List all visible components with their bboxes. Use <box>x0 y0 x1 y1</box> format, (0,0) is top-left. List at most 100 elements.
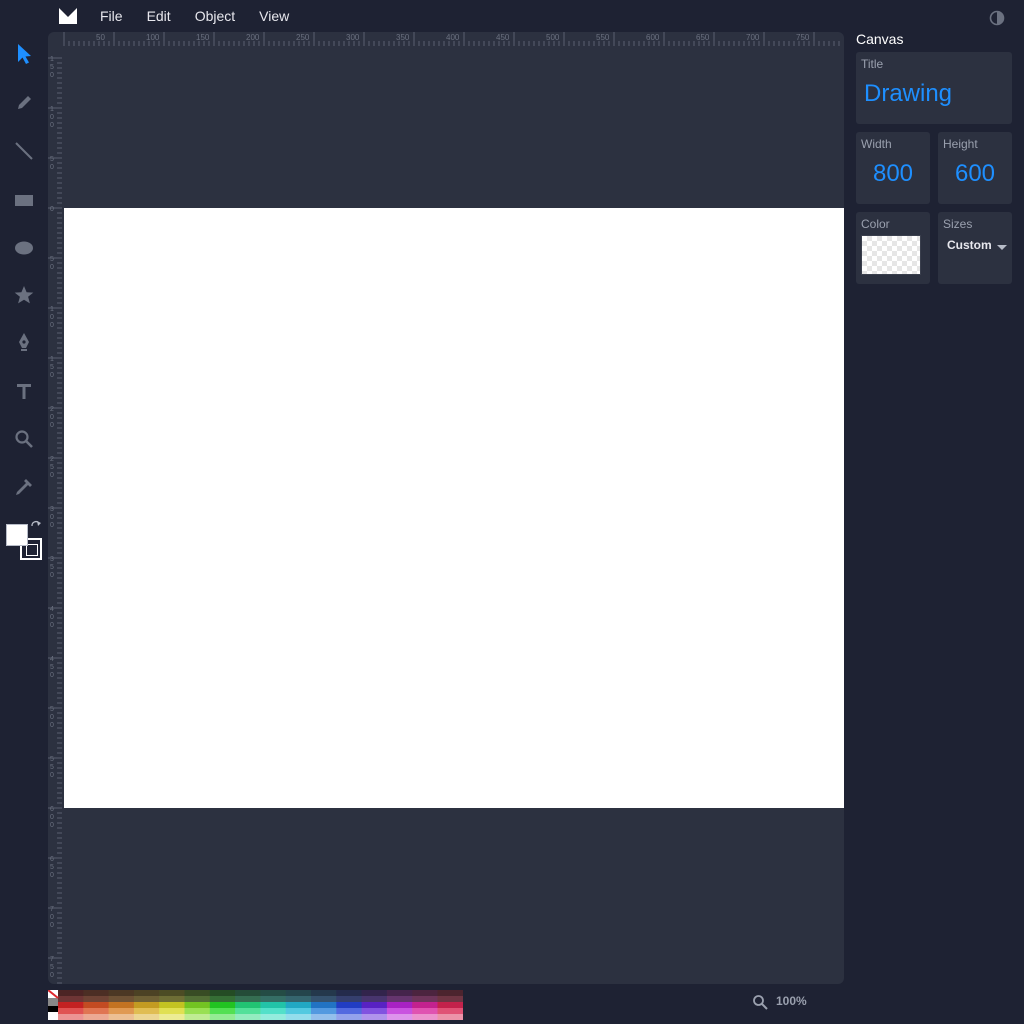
palette-swatch <box>209 990 236 996</box>
palette-swatch <box>48 998 58 1006</box>
title-field[interactable]: Drawing <box>864 80 952 108</box>
width-field[interactable]: 800 <box>856 160 930 188</box>
palette-swatch <box>311 1002 337 1008</box>
palette-swatch <box>437 996 463 1002</box>
palette-swatch <box>361 1008 388 1014</box>
ruler-label: 750 <box>50 956 54 979</box>
palette-swatch <box>159 1014 185 1020</box>
text-icon <box>17 384 31 399</box>
palette-swatch <box>437 1014 463 1020</box>
ruler-label: 50 <box>50 156 54 171</box>
palette-swatch <box>386 1008 413 1014</box>
menu-view[interactable]: View <box>259 8 289 24</box>
palette-swatch <box>412 1014 438 1020</box>
ruler-label: 200 <box>246 33 260 42</box>
color-label: Color <box>861 217 890 231</box>
ruler-label: 600 <box>50 806 54 829</box>
palette-swatch <box>235 990 261 996</box>
palette-swatch <box>58 990 84 996</box>
palette-swatch <box>336 990 363 996</box>
canvas-color-swatch[interactable] <box>861 235 921 275</box>
color-palette[interactable] <box>48 990 463 1020</box>
sizes-label: Sizes <box>943 217 973 231</box>
ruler-label: 50 <box>50 256 54 271</box>
palette-swatch <box>83 996 110 1002</box>
ruler-label: 750 <box>796 33 810 42</box>
palette-swatch <box>184 996 211 1002</box>
ruler-label: 100 <box>146 33 160 42</box>
ellipse-icon <box>15 241 33 255</box>
palette-swatch <box>48 1012 58 1020</box>
ruler-label: 450 <box>496 33 510 42</box>
menu-object[interactable]: Object <box>195 8 235 24</box>
pen-nib-icon <box>19 333 29 351</box>
ruler-label: 600 <box>646 33 660 42</box>
drawing-page[interactable] <box>64 208 844 808</box>
palette-swatch <box>311 1008 337 1014</box>
horizontal-ruler: 50 100 150 200 250 300 350 400 450 500 550 600 650 70… <box>63 32 840 46</box>
palette-swatch <box>361 990 388 996</box>
ruler-label: 700 <box>50 906 54 929</box>
ruler-label: 700 <box>746 33 760 42</box>
zoom-level: 100% <box>776 994 807 1008</box>
menu-bar: File Edit Object View <box>100 8 313 24</box>
palette-swatch <box>260 996 287 1002</box>
zoom-tool-button[interactable] <box>10 425 38 453</box>
palette-swatch <box>336 996 363 1002</box>
palette-swatch <box>336 1014 363 1020</box>
palette-swatch <box>58 996 84 1002</box>
palette-swatch <box>108 990 135 996</box>
ruler-label: 550 <box>596 33 610 42</box>
palette-swatch <box>184 1008 211 1014</box>
eyedropper-tool-button[interactable] <box>10 473 38 501</box>
star-icon <box>14 286 34 304</box>
palette-swatch <box>412 990 438 996</box>
ruler-label: 350 <box>396 33 410 42</box>
palette-swatch <box>361 1014 388 1020</box>
panel-heading: Canvas <box>856 31 904 47</box>
menu-edit[interactable]: Edit <box>147 8 171 24</box>
palette-swatch <box>58 1002 84 1008</box>
ruler-label: 500 <box>546 33 560 42</box>
magnifier-icon <box>15 430 33 448</box>
pencil-tool-button[interactable] <box>10 89 38 117</box>
palette-swatch <box>412 1008 438 1014</box>
star-tool-button[interactable] <box>10 281 38 309</box>
menu-file[interactable]: File <box>100 8 123 24</box>
palette-swatch <box>437 990 463 996</box>
contrast-icon[interactable] <box>989 10 1005 26</box>
height-card: Height 600 <box>938 132 1012 204</box>
zoom-icon <box>753 995 768 1010</box>
palette-swatch <box>285 996 312 1002</box>
ruler-label: 200 <box>50 406 54 429</box>
select-tool-button[interactable] <box>10 40 38 68</box>
fill-color-swatch[interactable] <box>6 524 28 546</box>
swap-colors-icon[interactable] <box>30 520 42 532</box>
vertical-ruler: 1 5 01 0 05 005 01 0 01 5 02 0 02 5 03 0 03 5 04 0 04 5 05 0 05 5… <box>48 56 62 984</box>
ellipse-tool-button[interactable] <box>10 234 38 262</box>
palette-swatch <box>235 996 261 1002</box>
text-tool-button[interactable] <box>10 377 38 405</box>
pen-tool-button[interactable] <box>10 328 38 356</box>
title-label: Title <box>861 57 884 71</box>
ruler-label: 550 <box>50 756 54 779</box>
palette-swatch <box>361 996 388 1002</box>
sizes-select[interactable]: Custom <box>947 238 992 252</box>
palette-swatch <box>361 1002 388 1008</box>
ruler-label: 400 <box>446 33 460 42</box>
palette-swatch <box>260 1008 287 1014</box>
line-tool-button[interactable] <box>10 137 38 165</box>
canvas-workspace[interactable]: 50 100 150 200 250 300 350 400 450 500 550 600 650 70… <box>48 32 844 984</box>
palette-swatch <box>386 990 413 996</box>
palette-swatch <box>336 1002 363 1008</box>
ruler-label: 650 <box>696 33 710 42</box>
ruler-label: 650 <box>50 856 54 879</box>
palette-swatch <box>108 996 135 1002</box>
palette-swatch <box>209 996 236 1002</box>
palette-swatch <box>209 1002 236 1008</box>
height-field[interactable]: 600 <box>938 160 1012 188</box>
rectangle-tool-button[interactable] <box>10 186 38 214</box>
ruler-label: 100 <box>50 306 54 329</box>
palette-swatch <box>83 990 110 996</box>
palette-swatch <box>311 1014 337 1020</box>
